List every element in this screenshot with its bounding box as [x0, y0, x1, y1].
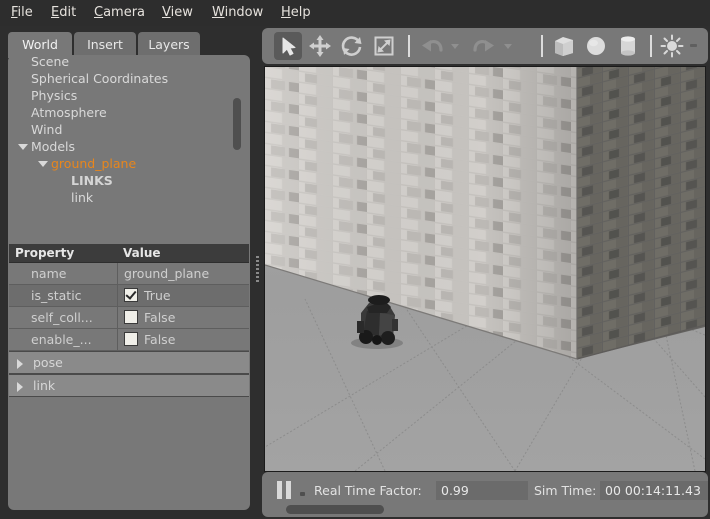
tree-item-atmosphere[interactable]: Atmosphere [31, 104, 107, 121]
scene-render [265, 67, 705, 471]
property-is-static-text: True [144, 288, 171, 303]
insert-light-button[interactable] [658, 32, 686, 60]
property-name-label: name [31, 266, 67, 281]
property-self-collide-text: False [144, 310, 176, 325]
menu-edit[interactable]: Edit [44, 3, 83, 23]
world-panel: Scene Spherical Coordinates Physics Atmo… [8, 55, 250, 510]
sphere-icon [587, 37, 605, 55]
menu-view[interactable]: View [155, 3, 200, 23]
tree-scrollbar-thumb[interactable] [233, 98, 241, 150]
menu-file[interactable]: File [4, 3, 40, 23]
chevron-down-icon-ground-plane[interactable] [38, 161, 48, 167]
tree-item-models[interactable]: Models [31, 138, 75, 155]
world-tree[interactable]: Scene Spherical Coordinates Physics Atmo… [9, 56, 249, 244]
property-self-collide-value[interactable]: False [117, 307, 249, 328]
table-row-name[interactable]: name ground_plane [9, 263, 249, 285]
tree-item-physics[interactable]: Physics [31, 87, 77, 104]
3d-viewport[interactable] [264, 66, 706, 472]
header-property: Property [15, 246, 75, 260]
step-button[interactable] [300, 492, 305, 496]
header-value: Value [123, 246, 161, 260]
insert-sphere-button[interactable] [582, 32, 610, 60]
menu-window[interactable]: Window [205, 3, 270, 23]
tree-item-spherical-coordinates[interactable]: Spherical Coordinates [31, 70, 168, 87]
scale-tool-button[interactable] [370, 32, 398, 60]
select-tool-button[interactable] [274, 32, 302, 60]
property-link-label: link [33, 378, 56, 393]
tree-item-wind[interactable]: Wind [31, 121, 62, 138]
redo-button[interactable] [470, 32, 498, 60]
toolbar-separator-1 [408, 35, 410, 57]
rotate-icon [341, 36, 362, 56]
property-enable-wind-value[interactable]: False [117, 329, 249, 350]
render-pane: Real Time Factor: 0.99 Sim Time: 00 00:1… [262, 28, 708, 517]
chevron-down-icon-models[interactable] [18, 144, 28, 150]
scale-icon [374, 36, 394, 56]
status-scrollbar-thumb[interactable] [286, 505, 384, 514]
checkbox-unchecked-icon[interactable] [124, 332, 138, 346]
real-time-factor-label: Real Time Factor: [314, 483, 422, 498]
property-is-static-value[interactable]: True [117, 285, 249, 306]
sim-time-label: Sim Time: [534, 483, 597, 498]
left-dock: World Insert Layers Scene Spherical Coor… [0, 26, 258, 519]
move-arrows-icon [309, 35, 331, 57]
property-enable-wind-label: enable_... [31, 332, 92, 347]
undo-arrow-icon [422, 39, 443, 52]
toolbar-separator-2 [541, 35, 543, 57]
sun-light-icon [660, 34, 684, 58]
tree-scrollbar[interactable] [233, 60, 241, 240]
table-row-pose[interactable]: pose [9, 351, 249, 374]
tree-item-link[interactable]: link [71, 189, 93, 206]
property-table-header: Property Value [9, 244, 249, 263]
property-enable-wind-text: False [144, 332, 176, 347]
insert-box-button[interactable] [550, 32, 578, 60]
rotate-tool-button[interactable] [338, 32, 366, 60]
cylinder-icon [621, 36, 635, 56]
status-bar: Real Time Factor: 0.99 Sim Time: 00 00:1… [262, 472, 708, 517]
tree-item-scene[interactable]: Scene [31, 56, 69, 70]
table-row-is-static[interactable]: is_static True [9, 285, 249, 307]
table-row-enable-wind[interactable]: enable_... False [9, 329, 249, 351]
checkbox-checked-icon[interactable] [124, 288, 138, 302]
property-pose-label: pose [33, 355, 63, 370]
redo-dropdown-arrow-icon[interactable] [504, 44, 512, 49]
render-toolbar [262, 28, 708, 64]
toolbar-separator-3 [650, 35, 652, 57]
tree-item-links[interactable]: LINKS [71, 172, 113, 189]
undo-dropdown-arrow-icon[interactable] [451, 44, 459, 49]
toolbar-overflow-icon[interactable] [690, 44, 697, 47]
gazebo-window: File Edit Camera View Window Help World … [0, 0, 710, 519]
real-time-factor-value: 0.99 [436, 481, 528, 500]
table-row-link[interactable]: link [9, 374, 249, 397]
checkbox-unchecked-icon[interactable] [124, 310, 138, 324]
menu-camera[interactable]: Camera [87, 3, 152, 23]
property-table: Property Value name ground_plane is_stat… [9, 244, 249, 397]
redo-arrow-icon [473, 39, 494, 52]
status-scrollbar[interactable] [286, 505, 696, 514]
insert-cylinder-button[interactable] [614, 32, 642, 60]
table-row-self-collide[interactable]: self_coll... False [9, 307, 249, 329]
sim-time-value: 00 00:14:11.43 [600, 481, 708, 500]
translate-tool-button[interactable] [306, 32, 334, 60]
undo-button[interactable] [418, 32, 446, 60]
box-icon [555, 37, 573, 56]
cursor-arrow-icon [282, 37, 296, 56]
menu-bar: File Edit Camera View Window Help [0, 0, 710, 26]
tree-item-ground-plane[interactable]: ground_plane [51, 155, 136, 172]
pause-button[interactable] [274, 480, 294, 500]
property-self-collide-label: self_coll... [31, 310, 93, 325]
property-name-value[interactable]: ground_plane [117, 263, 249, 284]
property-is-static-label: is_static [31, 288, 82, 303]
menu-help[interactable]: Help [274, 3, 318, 23]
splitter-grip-icon[interactable] [256, 256, 259, 284]
